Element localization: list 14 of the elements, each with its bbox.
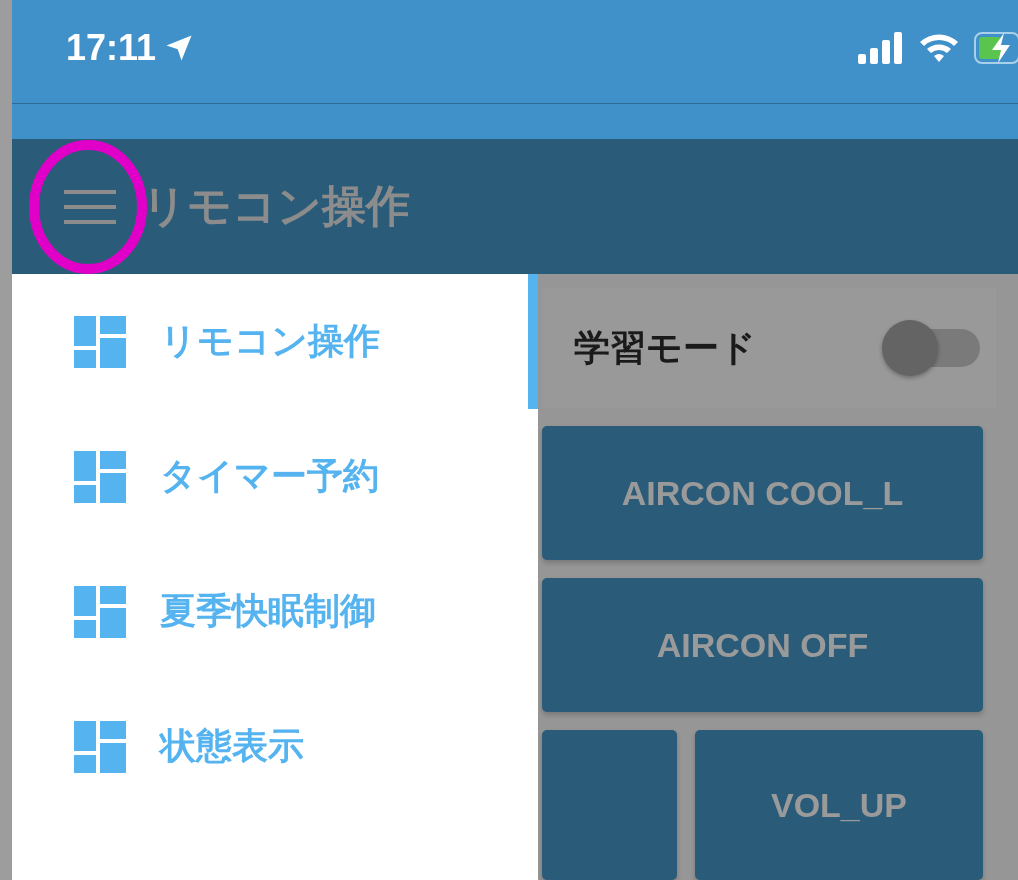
signal-icon [858,31,904,64]
dashboard-icon [74,720,126,773]
remote-button[interactable]: AIRCON OFF [542,578,983,712]
toggle-label: 学習モード [574,325,756,370]
dashboard-icon [74,585,126,638]
menu-icon[interactable] [64,189,116,224]
battery-charging-icon [974,30,1018,65]
dashboard-icon [74,450,126,503]
clock: 17:11 [66,26,157,69]
dashboard-icon [74,315,126,368]
remote-button[interactable]: AIRCON COOL_L [542,426,983,560]
remote-button[interactable]: VOL_UP [695,730,983,880]
toggle-switch[interactable] [882,320,980,376]
screen-title: リモコン操作 [142,179,410,233]
